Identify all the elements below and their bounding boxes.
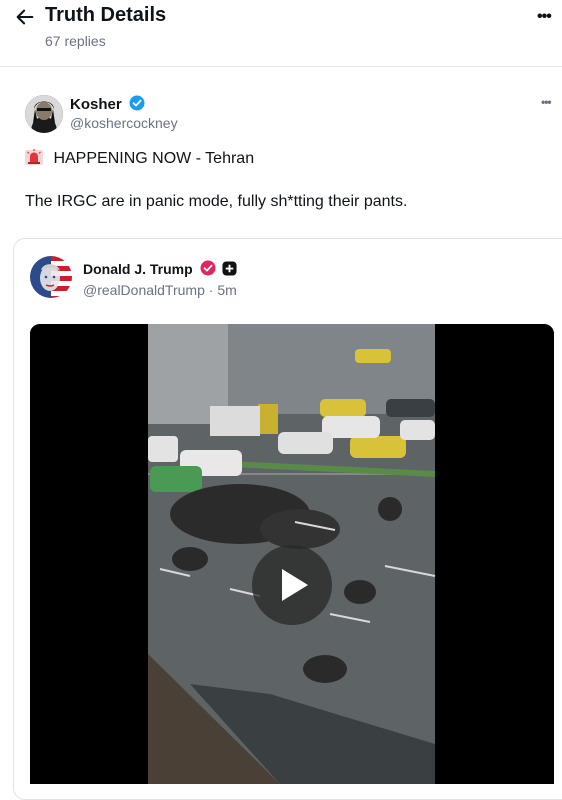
- avatar[interactable]: [25, 95, 63, 133]
- verified-badge-icon: [129, 95, 145, 111]
- post-author-name-text: Kosher: [70, 96, 122, 113]
- avatar-image: [25, 95, 63, 133]
- post-author-handle[interactable]: @koshercockney: [70, 115, 178, 131]
- post-line-1: HAPPENING NOW - Tehran: [25, 148, 254, 168]
- quoted-author-name-text: Donald J. Trump: [83, 261, 193, 277]
- post-author-name[interactable]: Kosher: [70, 95, 145, 113]
- play-icon: [282, 569, 308, 601]
- play-button[interactable]: [252, 545, 332, 625]
- quoted-author-handle[interactable]: @realDonaldTrump: [83, 282, 205, 298]
- quoted-author-meta: @realDonaldTrump · 5m: [83, 282, 237, 298]
- quoted-avatar[interactable]: [30, 256, 72, 298]
- verified-badge-icon: [200, 260, 216, 276]
- quoted-avatar-image: [30, 256, 72, 298]
- post-more-icon[interactable]: •••: [541, 95, 552, 109]
- arrow-left-icon[interactable]: [14, 6, 36, 28]
- quoted-post-time[interactable]: 5m: [217, 282, 236, 298]
- page-title: Truth Details: [45, 4, 167, 26]
- post-line-1-text: HAPPENING NOW - Tehran: [53, 150, 255, 167]
- page-header: Truth Details 67 replies •••: [0, 0, 562, 67]
- post-line-2: The IRGC are in panic mode, fully sh*tti…: [25, 193, 408, 210]
- quoted-author-name[interactable]: Donald J. Trump: [83, 260, 237, 277]
- meta-separator: ·: [208, 282, 214, 298]
- plus-badge-icon: [222, 261, 237, 276]
- more-horizontal-icon[interactable]: •••: [537, 8, 552, 26]
- reply-count: 67 replies: [45, 33, 106, 49]
- siren-emoji-icon: [25, 149, 43, 165]
